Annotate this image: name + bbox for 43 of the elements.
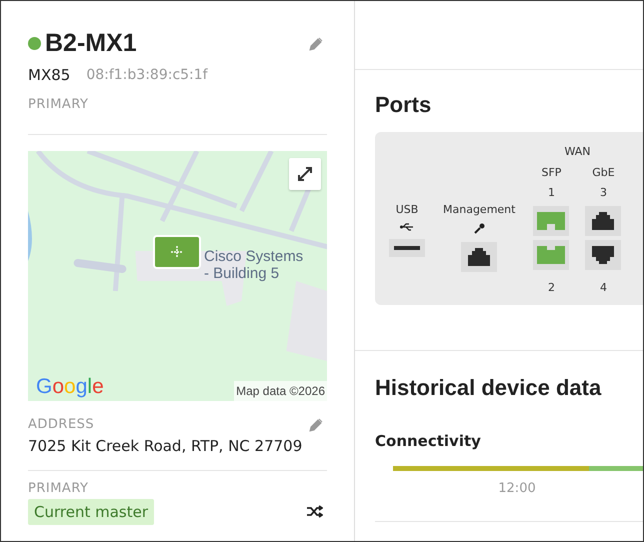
port[interactable]: [461, 242, 498, 272]
port[interactable]: [389, 238, 425, 257]
edit-icon[interactable]: [309, 418, 323, 432]
device-role: PRIMARY: [28, 96, 90, 114]
status-badge: Current master: [28, 498, 154, 525]
place-label: Cisco Systems: [204, 248, 304, 265]
usb-port-icon: [394, 246, 420, 250]
location-marker[interactable]: [153, 235, 201, 269]
expand-icon: [297, 166, 313, 182]
section-title: Ports: [375, 92, 432, 118]
expand-button[interactable]: [289, 158, 321, 190]
device-name: B2-MX1: [45, 31, 137, 56]
map-attribution: Map data ©2026: [234, 381, 327, 401]
map-logo: Google: [36, 376, 104, 397]
port-number: 4: [600, 280, 607, 296]
address-label: ADDRESS: [28, 416, 94, 434]
port-number: 3: [600, 185, 607, 202]
port-number: 1: [548, 185, 555, 202]
ethernet-port-icon: [592, 212, 614, 230]
move-icon: [170, 245, 184, 259]
ethernet-port-icon: [592, 246, 614, 264]
device-model: MX85: [28, 65, 70, 86]
time-label: 12:00: [497, 480, 537, 498]
shuffle-icon[interactable]: [307, 505, 323, 518]
port-group-label: WAN: [564, 144, 590, 160]
ethernet-port-icon: [468, 248, 490, 266]
subsection-title: Connectivity: [375, 430, 482, 452]
port-group-label: Management: [443, 202, 516, 218]
port[interactable]: [585, 240, 622, 270]
port-number: 2: [548, 280, 555, 296]
port-type-label: SFP: [541, 164, 562, 181]
sfp-port-icon: [537, 246, 566, 264]
port[interactable]: [585, 206, 622, 236]
primary-label: PRIMARY: [28, 480, 90, 498]
place-label: - Building 5: [204, 265, 280, 282]
port-type-label: GbE: [592, 164, 615, 181]
section-title: Historical device data: [375, 375, 602, 402]
address-value: 7025 Kit Creek Road, RTP, NC 27709: [28, 436, 304, 456]
mac-address: 08:f1:b3:89:c5:1f: [86, 66, 208, 85]
usb-icon: [400, 222, 414, 231]
port-group-label: USB: [396, 202, 418, 218]
edit-icon[interactable]: [309, 36, 323, 50]
sfp-port-icon: [537, 212, 566, 230]
